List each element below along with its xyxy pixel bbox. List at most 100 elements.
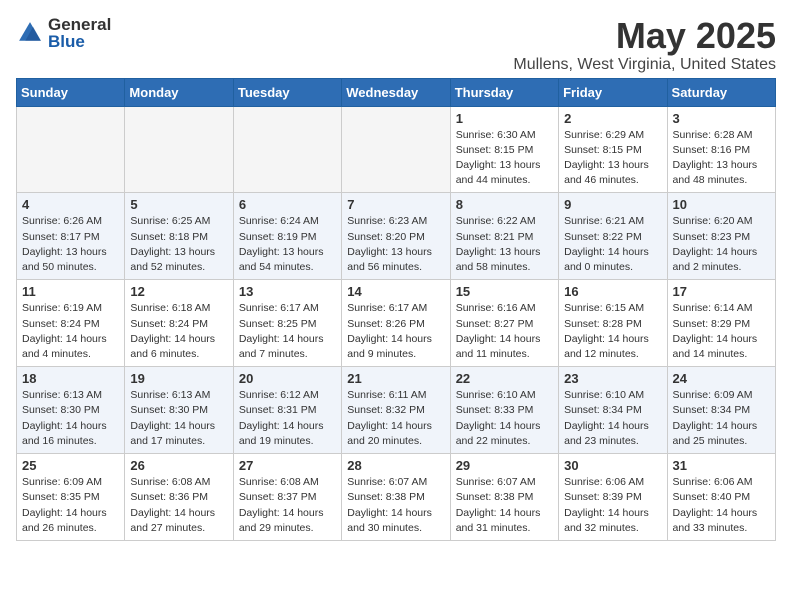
logo-general: General — [48, 16, 111, 33]
day-number: 15 — [456, 284, 553, 299]
calendar-day: 19 Sunrise: 6:13 AMSunset: 8:30 PMDayligh… — [125, 367, 233, 454]
calendar-day: 31 Sunrise: 6:06 AMSunset: 8:40 PMDayligh… — [667, 454, 775, 541]
calendar-day: 25 Sunrise: 6:09 AMSunset: 8:35 PMDayligh… — [17, 454, 125, 541]
day-info: Sunrise: 6:28 AMSunset: 8:16 PMDaylight:… — [673, 128, 770, 189]
day-number: 27 — [239, 458, 336, 473]
day-number: 24 — [673, 371, 770, 386]
day-info: Sunrise: 6:14 AMSunset: 8:29 PMDaylight:… — [673, 301, 770, 362]
calendar-day: 24 Sunrise: 6:09 AMSunset: 8:34 PMDayligh… — [667, 367, 775, 454]
calendar-day: 4 Sunrise: 6:26 AMSunset: 8:17 PMDaylight… — [17, 193, 125, 280]
day-number: 20 — [239, 371, 336, 386]
calendar-day: 14 Sunrise: 6:17 AMSunset: 8:26 PMDayligh… — [342, 280, 450, 367]
logo-text: General Blue — [48, 16, 111, 50]
month-title: May 2025 — [513, 16, 776, 56]
calendar-week-row: 18 Sunrise: 6:13 AMSunset: 8:30 PMDayligh… — [17, 367, 776, 454]
day-number: 22 — [456, 371, 553, 386]
day-info: Sunrise: 6:06 AMSunset: 8:39 PMDaylight:… — [564, 475, 661, 536]
day-info: Sunrise: 6:07 AMSunset: 8:38 PMDaylight:… — [456, 475, 553, 536]
calendar-day: 5 Sunrise: 6:25 AMSunset: 8:18 PMDaylight… — [125, 193, 233, 280]
day-info: Sunrise: 6:10 AMSunset: 8:33 PMDaylight:… — [456, 388, 553, 449]
calendar-table: SundayMondayTuesdayWednesdayThursdayFrid… — [16, 78, 776, 541]
day-number: 7 — [347, 197, 444, 212]
day-info: Sunrise: 6:07 AMSunset: 8:38 PMDaylight:… — [347, 475, 444, 536]
calendar-day: 7Sunrise: 6:23 AMSunset: 8:20 PMDaylight… — [342, 193, 450, 280]
day-info: Sunrise: 6:13 AMSunset: 8:30 PMDaylight:… — [130, 388, 227, 449]
calendar-day — [125, 106, 233, 193]
calendar-day: 6 Sunrise: 6:24 AMSunset: 8:19 PMDaylight… — [233, 193, 341, 280]
calendar-day — [233, 106, 341, 193]
page-header: General Blue May 2025 Mullens, West Virg… — [16, 16, 776, 74]
day-number: 19 — [130, 371, 227, 386]
logo-blue: Blue — [48, 33, 111, 50]
day-number: 4 — [22, 197, 119, 212]
day-info: Sunrise: 6:15 AMSunset: 8:28 PMDaylight:… — [564, 301, 661, 362]
location: Mullens, West Virginia, United States — [513, 56, 776, 74]
logo-icon — [16, 19, 44, 47]
calendar-day: 29 Sunrise: 6:07 AMSunset: 8:38 PMDayligh… — [450, 454, 558, 541]
calendar-day: 3Sunrise: 6:28 AMSunset: 8:16 PMDaylight… — [667, 106, 775, 193]
calendar-day: 10 Sunrise: 6:20 AMSunset: 8:23 PMDayligh… — [667, 193, 775, 280]
calendar-week-row: 1Sunrise: 6:30 AMSunset: 8:15 PMDaylight… — [17, 106, 776, 193]
day-info: Sunrise: 6:19 AMSunset: 8:24 PMDaylight:… — [22, 301, 119, 362]
calendar-week-row: 25 Sunrise: 6:09 AMSunset: 8:35 PMDayligh… — [17, 454, 776, 541]
day-info: Sunrise: 6:08 AMSunset: 8:36 PMDaylight:… — [130, 475, 227, 536]
calendar-day: 17Sunrise: 6:14 AMSunset: 8:29 PMDayligh… — [667, 280, 775, 367]
calendar-header-friday: Friday — [559, 78, 667, 106]
day-info: Sunrise: 6:09 AMSunset: 8:34 PMDaylight:… — [673, 388, 770, 449]
day-number: 28 — [347, 458, 444, 473]
calendar-day: 1Sunrise: 6:30 AMSunset: 8:15 PMDaylight… — [450, 106, 558, 193]
day-info: Sunrise: 6:10 AMSunset: 8:34 PMDaylight:… — [564, 388, 661, 449]
day-info: Sunrise: 6:25 AMSunset: 8:18 PMDaylight:… — [130, 214, 227, 275]
calendar-week-row: 11Sunrise: 6:19 AMSunset: 8:24 PMDayligh… — [17, 280, 776, 367]
day-number: 31 — [673, 458, 770, 473]
day-number: 6 — [239, 197, 336, 212]
calendar-header-sunday: Sunday — [17, 78, 125, 106]
day-number: 5 — [130, 197, 227, 212]
day-info: Sunrise: 6:26 AMSunset: 8:17 PMDaylight:… — [22, 214, 119, 275]
calendar-day: 11Sunrise: 6:19 AMSunset: 8:24 PMDayligh… — [17, 280, 125, 367]
calendar-day: 30 Sunrise: 6:06 AMSunset: 8:39 PMDayligh… — [559, 454, 667, 541]
day-info: Sunrise: 6:24 AMSunset: 8:19 PMDaylight:… — [239, 214, 336, 275]
calendar-day: 23 Sunrise: 6:10 AMSunset: 8:34 PMDayligh… — [559, 367, 667, 454]
day-number: 18 — [22, 371, 119, 386]
calendar-day: 13 Sunrise: 6:17 AMSunset: 8:25 PMDayligh… — [233, 280, 341, 367]
day-number: 2 — [564, 111, 661, 126]
day-number: 10 — [673, 197, 770, 212]
calendar-header-saturday: Saturday — [667, 78, 775, 106]
calendar-day — [342, 106, 450, 193]
calendar-day: 18 Sunrise: 6:13 AMSunset: 8:30 PMDayligh… — [17, 367, 125, 454]
title-block: May 2025 Mullens, West Virginia, United … — [513, 16, 776, 74]
day-number: 23 — [564, 371, 661, 386]
day-info: Sunrise: 6:20 AMSunset: 8:23 PMDaylight:… — [673, 214, 770, 275]
day-number: 14 — [347, 284, 444, 299]
calendar-header-wednesday: Wednesday — [342, 78, 450, 106]
day-info: Sunrise: 6:30 AMSunset: 8:15 PMDaylight:… — [456, 128, 553, 189]
day-info: Sunrise: 6:29 AMSunset: 8:15 PMDaylight:… — [564, 128, 661, 189]
day-info: Sunrise: 6:06 AMSunset: 8:40 PMDaylight:… — [673, 475, 770, 536]
calendar-day: 9Sunrise: 6:21 AMSunset: 8:22 PMDaylight… — [559, 193, 667, 280]
calendar-day: 28 Sunrise: 6:07 AMSunset: 8:38 PMDayligh… — [342, 454, 450, 541]
calendar-day — [17, 106, 125, 193]
day-info: Sunrise: 6:13 AMSunset: 8:30 PMDaylight:… — [22, 388, 119, 449]
day-number: 29 — [456, 458, 553, 473]
calendar-day: 21Sunrise: 6:11 AMSunset: 8:32 PMDayligh… — [342, 367, 450, 454]
day-info: Sunrise: 6:16 AMSunset: 8:27 PMDaylight:… — [456, 301, 553, 362]
calendar-header-thursday: Thursday — [450, 78, 558, 106]
calendar-header-tuesday: Tuesday — [233, 78, 341, 106]
day-info: Sunrise: 6:08 AMSunset: 8:37 PMDaylight:… — [239, 475, 336, 536]
calendar-header-monday: Monday — [125, 78, 233, 106]
day-number: 26 — [130, 458, 227, 473]
day-number: 25 — [22, 458, 119, 473]
day-number: 13 — [239, 284, 336, 299]
day-info: Sunrise: 6:17 AMSunset: 8:26 PMDaylight:… — [347, 301, 444, 362]
day-info: Sunrise: 6:17 AMSunset: 8:25 PMDaylight:… — [239, 301, 336, 362]
day-number: 9 — [564, 197, 661, 212]
calendar-day: 27 Sunrise: 6:08 AMSunset: 8:37 PMDayligh… — [233, 454, 341, 541]
day-info: Sunrise: 6:12 AMSunset: 8:31 PMDaylight:… — [239, 388, 336, 449]
calendar-day: 26 Sunrise: 6:08 AMSunset: 8:36 PMDayligh… — [125, 454, 233, 541]
calendar-day: 22 Sunrise: 6:10 AMSunset: 8:33 PMDayligh… — [450, 367, 558, 454]
day-number: 30 — [564, 458, 661, 473]
day-number: 12 — [130, 284, 227, 299]
day-info: Sunrise: 6:09 AMSunset: 8:35 PMDaylight:… — [22, 475, 119, 536]
day-info: Sunrise: 6:18 AMSunset: 8:24 PMDaylight:… — [130, 301, 227, 362]
